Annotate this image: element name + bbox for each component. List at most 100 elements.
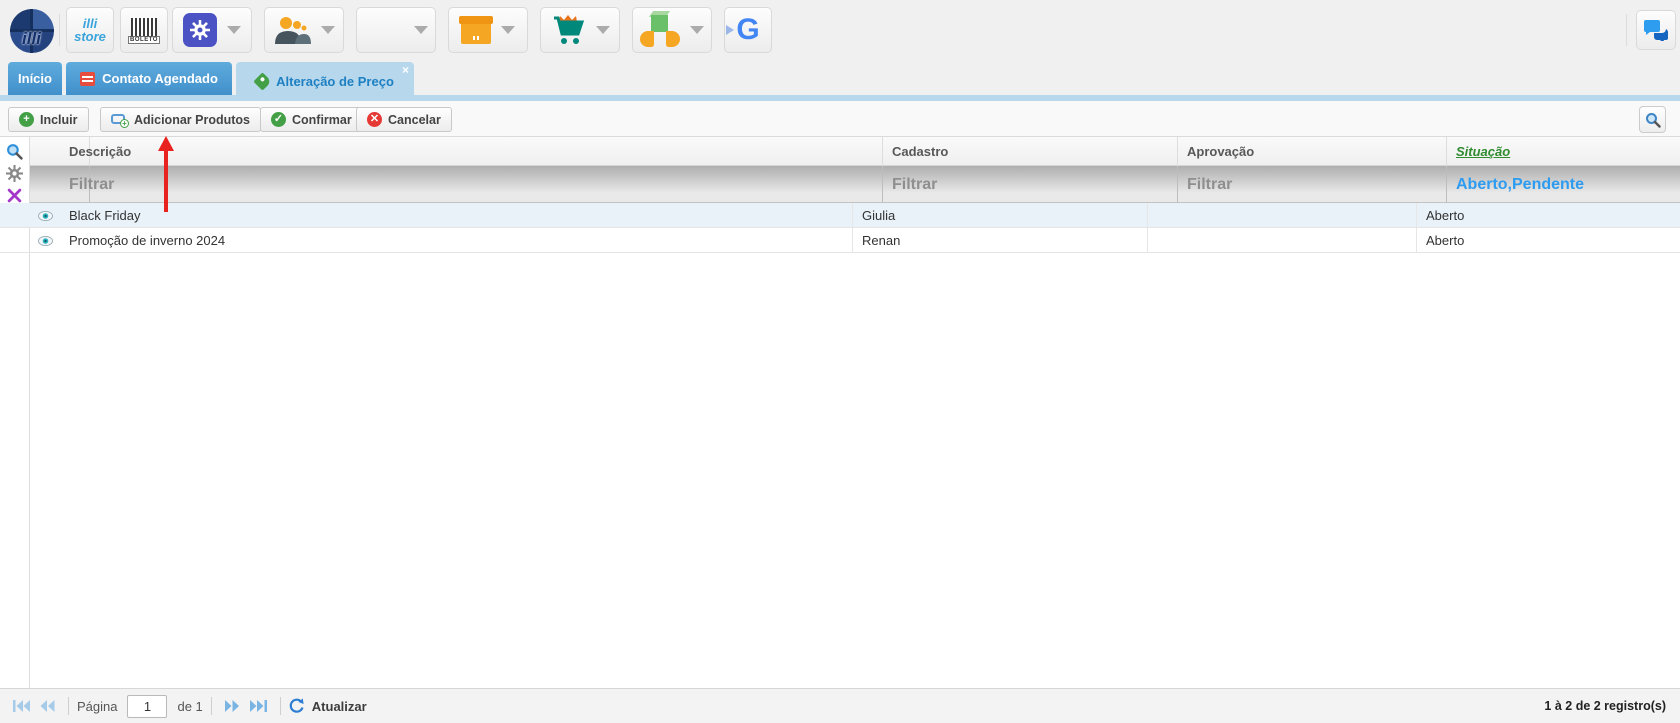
cell-descricao: Promoção de inverno 2024 bbox=[60, 228, 853, 253]
chevron-down-icon[interactable] bbox=[227, 26, 241, 34]
filter-cadastro[interactable]: Filtrar bbox=[883, 166, 1178, 203]
eye-icon bbox=[38, 211, 53, 221]
eye-icon bbox=[38, 236, 53, 246]
atualizar-label: Atualizar bbox=[312, 699, 367, 714]
people-icon bbox=[273, 16, 311, 44]
divider bbox=[280, 697, 281, 715]
clear-filter-x-icon[interactable] bbox=[4, 185, 24, 205]
add-product-icon: + bbox=[111, 113, 128, 126]
tab-inicio[interactable]: Início bbox=[8, 62, 62, 95]
atualizar-button[interactable]: Atualizar bbox=[289, 698, 367, 714]
supply-menu-button[interactable] bbox=[632, 7, 712, 53]
close-icon[interactable]: × bbox=[402, 64, 409, 76]
divider bbox=[1626, 14, 1627, 46]
chat-button[interactable] bbox=[1636, 10, 1676, 50]
confirmar-button[interactable]: ✓ Confirmar bbox=[260, 107, 363, 132]
settings-menu-button[interactable] bbox=[172, 7, 252, 53]
sales-menu-button[interactable] bbox=[540, 7, 620, 53]
filter-situacao[interactable]: Aberto,Pendente bbox=[1447, 166, 1680, 203]
page-total-label: de 1 bbox=[177, 699, 202, 714]
illi-store-icon: illistore bbox=[74, 17, 106, 43]
last-page-icon bbox=[250, 700, 267, 712]
column-header-situacao[interactable]: Situação bbox=[1447, 137, 1680, 166]
tab-label: Contato Agendado bbox=[102, 71, 218, 86]
coin-stacks-icon bbox=[365, 12, 404, 48]
hands-cube-icon bbox=[640, 13, 680, 47]
first-page-button[interactable] bbox=[8, 695, 34, 717]
grid-header-row: Descrição Cadastro Aprovação Situação bbox=[30, 137, 1680, 166]
box-icon bbox=[461, 16, 491, 44]
button-label: Incluir bbox=[40, 113, 78, 127]
price-tag-icon bbox=[253, 72, 271, 90]
column-label: Cadastro bbox=[892, 144, 948, 159]
gear-icon[interactable] bbox=[4, 163, 24, 183]
g-refresh-icon: G bbox=[736, 15, 759, 45]
pagination-bar: Página de 1 Atualizar 1 à 2 de 2 registr… bbox=[0, 688, 1680, 723]
refresh-icon bbox=[289, 698, 305, 714]
previous-page-button[interactable] bbox=[34, 695, 60, 717]
shopping-cart-icon bbox=[550, 14, 586, 46]
chevron-down-icon[interactable] bbox=[596, 26, 610, 34]
filter-descricao[interactable]: Filtrar bbox=[60, 166, 883, 203]
table-row[interactable]: Black Friday Giulia Aberto bbox=[0, 203, 1680, 228]
column-header-aprovacao[interactable]: Aprovação bbox=[1178, 137, 1447, 166]
search-button[interactable] bbox=[1639, 106, 1666, 133]
column-header-cadastro[interactable]: Cadastro bbox=[883, 137, 1178, 166]
tab-contato-agendado[interactable]: Contato Agendado bbox=[66, 62, 232, 95]
next-page-button[interactable] bbox=[220, 695, 246, 717]
chevron-down-icon[interactable] bbox=[414, 26, 428, 34]
cancelar-button[interactable]: ✕ Cancelar bbox=[356, 107, 452, 132]
divider bbox=[68, 697, 69, 715]
filter-placeholder: Filtrar bbox=[1187, 176, 1232, 194]
illi-store-button[interactable]: illistore bbox=[66, 7, 114, 53]
sync-button[interactable]: G bbox=[724, 7, 772, 53]
column-header-descricao[interactable]: Descrição bbox=[60, 137, 883, 166]
cell-cadastro: Renan bbox=[853, 228, 1148, 253]
cell-aprovacao bbox=[1148, 228, 1417, 253]
filter-placeholder: Filtrar bbox=[69, 176, 114, 194]
filter-placeholder: Filtrar bbox=[892, 176, 937, 194]
settings-gear-icon bbox=[183, 13, 217, 47]
incluir-button[interactable]: + Incluir bbox=[8, 107, 89, 132]
app-logo-icon: illi bbox=[10, 9, 54, 53]
calendar-icon bbox=[80, 72, 95, 86]
chevron-down-icon[interactable] bbox=[501, 26, 515, 34]
last-page-button[interactable] bbox=[246, 695, 272, 717]
table-row[interactable]: Promoção de inverno 2024 Renan Aberto bbox=[0, 228, 1680, 253]
check-icon: ✓ bbox=[271, 112, 286, 127]
search-icon[interactable] bbox=[4, 141, 24, 161]
filter-value: Aberto,Pendente bbox=[1456, 176, 1584, 194]
action-toolbar: + Incluir + Adicionar Produtos ✓ Confirm… bbox=[0, 101, 1680, 137]
cell-situacao: Aberto bbox=[1417, 203, 1680, 228]
plus-icon: + bbox=[19, 112, 34, 127]
cell-situacao: Aberto bbox=[1417, 228, 1680, 253]
top-toolbar: illi illistore BOLETO bbox=[0, 0, 1680, 62]
adicionar-produtos-button[interactable]: + Adicionar Produtos bbox=[100, 107, 261, 132]
previous-page-icon bbox=[40, 700, 55, 712]
app-logo-text: illi bbox=[22, 29, 41, 49]
people-menu-button[interactable] bbox=[264, 7, 344, 53]
cell-descricao: Black Friday bbox=[60, 203, 853, 228]
view-row-button[interactable] bbox=[30, 228, 60, 253]
products-menu-button[interactable] bbox=[448, 7, 528, 53]
chevron-down-icon[interactable] bbox=[690, 26, 704, 34]
page-label: Página bbox=[77, 699, 117, 714]
search-icon bbox=[1645, 112, 1661, 128]
cell-aprovacao bbox=[1148, 203, 1417, 228]
records-count: 1 à 2 de 2 registro(s) bbox=[1544, 699, 1666, 713]
boleto-button[interactable]: BOLETO bbox=[120, 7, 168, 53]
column-label: Aprovação bbox=[1187, 144, 1254, 159]
cancel-icon: ✕ bbox=[367, 112, 382, 127]
divider bbox=[211, 697, 212, 715]
data-grid: Descrição Cadastro Aprovação Situação Fi… bbox=[0, 137, 1680, 688]
divider bbox=[59, 14, 60, 46]
tab-label: Alteração de Preço bbox=[276, 74, 394, 89]
tab-label: Início bbox=[18, 71, 52, 86]
view-row-button[interactable] bbox=[30, 203, 60, 228]
page-number-input[interactable] bbox=[127, 695, 167, 718]
filter-aprovacao[interactable]: Filtrar bbox=[1178, 166, 1447, 203]
chevron-down-icon[interactable] bbox=[321, 26, 335, 34]
reports-menu-button[interactable] bbox=[356, 7, 436, 53]
grid-filter-row: Filtrar Filtrar Filtrar Aberto,Pendente bbox=[30, 166, 1680, 203]
button-label: Confirmar bbox=[292, 113, 352, 127]
